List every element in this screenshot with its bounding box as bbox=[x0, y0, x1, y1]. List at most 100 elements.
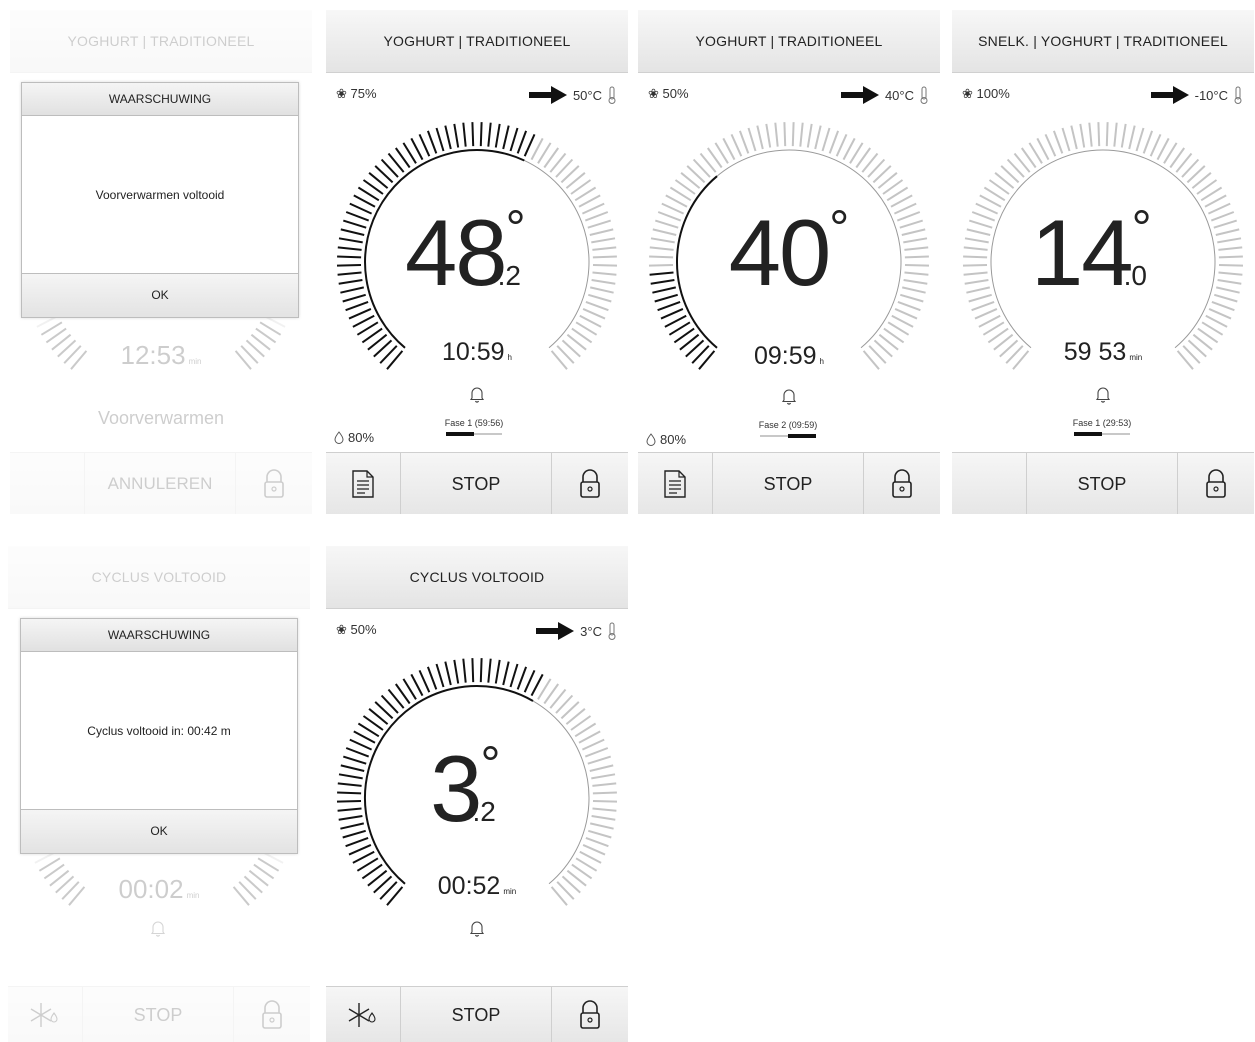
dial-tick bbox=[345, 836, 369, 848]
recipe-button[interactable] bbox=[326, 453, 401, 514]
empty-slot bbox=[10, 453, 85, 514]
lock-icon bbox=[264, 469, 284, 498]
dial-tick bbox=[897, 300, 921, 312]
dial-tick bbox=[978, 314, 1001, 328]
bottom-bar: ANNULEREN bbox=[10, 452, 312, 514]
lock-icon bbox=[1206, 469, 1226, 498]
dial-tick bbox=[582, 307, 606, 320]
timer[interactable]: 59 53 min bbox=[952, 338, 1254, 367]
lock-button[interactable] bbox=[552, 987, 628, 1042]
lock-icon bbox=[580, 469, 600, 498]
dial-tick bbox=[1156, 137, 1170, 161]
status-text: Voorverwarmen bbox=[97, 408, 225, 428]
ok-button[interactable]: OK bbox=[21, 809, 297, 853]
dial-tick bbox=[435, 127, 445, 152]
lock-button[interactable] bbox=[236, 453, 312, 514]
arrow-right-icon bbox=[840, 86, 879, 104]
panel-cycle-complete: CYCLUS VOLTOOID ❀ 50% 3°C 3°.2 00:52 min … bbox=[326, 546, 628, 1042]
dial-tick bbox=[1088, 122, 1093, 147]
stop-button[interactable]: STOP bbox=[713, 453, 864, 514]
bell-icon bbox=[150, 921, 166, 937]
dial-tick bbox=[352, 850, 375, 864]
dial-tick bbox=[479, 658, 483, 683]
dial-tick bbox=[487, 122, 492, 147]
dial-tick bbox=[1128, 125, 1136, 150]
dialog-title: WAARSCHUWING bbox=[22, 83, 298, 116]
stop-button[interactable]: STOP bbox=[401, 987, 552, 1042]
arrow-right-icon bbox=[1150, 86, 1189, 104]
dial-tick bbox=[530, 673, 544, 697]
dial-tick bbox=[530, 137, 544, 161]
bell-icon[interactable] bbox=[467, 918, 487, 938]
fan-speed: ❀ 75% bbox=[336, 86, 377, 101]
lock-button[interactable] bbox=[552, 453, 628, 514]
dial-tick bbox=[502, 125, 510, 150]
timer[interactable]: 00:52 min bbox=[326, 872, 628, 901]
dial-tick bbox=[1070, 125, 1078, 150]
dial-tick bbox=[516, 666, 528, 690]
document-icon bbox=[664, 470, 686, 498]
lock-button[interactable] bbox=[234, 987, 310, 1042]
dial-tick bbox=[974, 307, 998, 320]
dial-tick bbox=[806, 123, 813, 148]
stop-button[interactable]: STOP bbox=[83, 987, 234, 1042]
cooling-button[interactable] bbox=[8, 987, 83, 1042]
dial-tick bbox=[418, 669, 431, 693]
dial-tick bbox=[1079, 123, 1086, 148]
fan-speed: ❀ 50% bbox=[336, 622, 377, 637]
dial-tick bbox=[509, 127, 519, 152]
timer[interactable]: 10:59 h bbox=[326, 338, 628, 367]
target-temperature: -10°C bbox=[1150, 86, 1242, 104]
dial-tick bbox=[774, 122, 779, 147]
phase-progress bbox=[1074, 432, 1130, 436]
panel-quick-cooling: SNELK. | YOGHURT | TRADITIONEEL ❀ 100% -… bbox=[952, 10, 1254, 514]
screen-title: SNELK. | YOGHURT | TRADITIONEEL bbox=[952, 10, 1254, 73]
stop-button[interactable]: STOP bbox=[1027, 453, 1178, 514]
dialog-title: WAARSCHUWING bbox=[21, 619, 297, 652]
arrow-right-icon bbox=[528, 86, 567, 104]
lock-icon bbox=[262, 1000, 282, 1029]
panel-yoghurt-phase1: YOGHURT | TRADITIONEEL ❀ 75% 50°C 48°.2 … bbox=[326, 10, 628, 514]
dial-tick bbox=[835, 133, 848, 157]
snowflake-icon bbox=[348, 1003, 376, 1027]
bell-icon[interactable] bbox=[467, 384, 487, 404]
dial-tick bbox=[842, 137, 856, 161]
bell-icon[interactable] bbox=[1093, 384, 1113, 404]
panel-cycle-complete-warning: CYCLUS VOLTOOID 00:02 min STOP WAARSCHUWI… bbox=[8, 546, 310, 1042]
lock-button[interactable] bbox=[1178, 453, 1254, 514]
dial-tick bbox=[814, 125, 822, 150]
dial-tick bbox=[348, 307, 372, 320]
dial-tick bbox=[523, 669, 536, 693]
bottom-bar: STOP bbox=[326, 986, 628, 1042]
cooling-button[interactable] bbox=[326, 987, 401, 1042]
screen-title: YOGHURT | TRADITIONEEL bbox=[10, 10, 312, 73]
current-temperature: 40° bbox=[728, 200, 850, 305]
timer: 00:02 min bbox=[118, 874, 200, 904]
dial-tick bbox=[410, 673, 424, 697]
bell-icon[interactable] bbox=[779, 386, 799, 406]
dial-tick bbox=[1211, 300, 1235, 312]
stop-button[interactable]: STOP bbox=[401, 453, 552, 514]
cancel-button[interactable]: ANNULEREN bbox=[85, 453, 236, 514]
dial-tick bbox=[509, 663, 519, 688]
recipe-button[interactable] bbox=[638, 453, 713, 514]
timer[interactable]: 09:59 h bbox=[638, 342, 940, 371]
humidity: 80% bbox=[646, 432, 686, 447]
dial-tick bbox=[891, 314, 914, 328]
dial-tick bbox=[1052, 130, 1064, 154]
fan-icon: ❀ bbox=[336, 622, 347, 637]
dial-tick bbox=[1208, 307, 1232, 320]
phase-progress bbox=[760, 434, 816, 438]
thermometer-icon bbox=[608, 86, 616, 104]
dial-tick bbox=[747, 127, 757, 152]
lock-button[interactable] bbox=[864, 453, 940, 514]
humidity: 80% bbox=[334, 430, 374, 445]
dial-tick bbox=[494, 659, 501, 684]
ok-button[interactable]: OK bbox=[22, 273, 298, 317]
bottom-bar: STOP bbox=[638, 452, 940, 514]
dial-tick bbox=[579, 314, 602, 328]
dial-tick bbox=[453, 123, 460, 148]
phase-progress bbox=[446, 432, 502, 436]
dial-tick bbox=[799, 122, 804, 147]
panel-yoghurt-phase2: YOGHURT | TRADITIONEEL ❀ 50% 40°C 40° 09… bbox=[638, 10, 940, 514]
